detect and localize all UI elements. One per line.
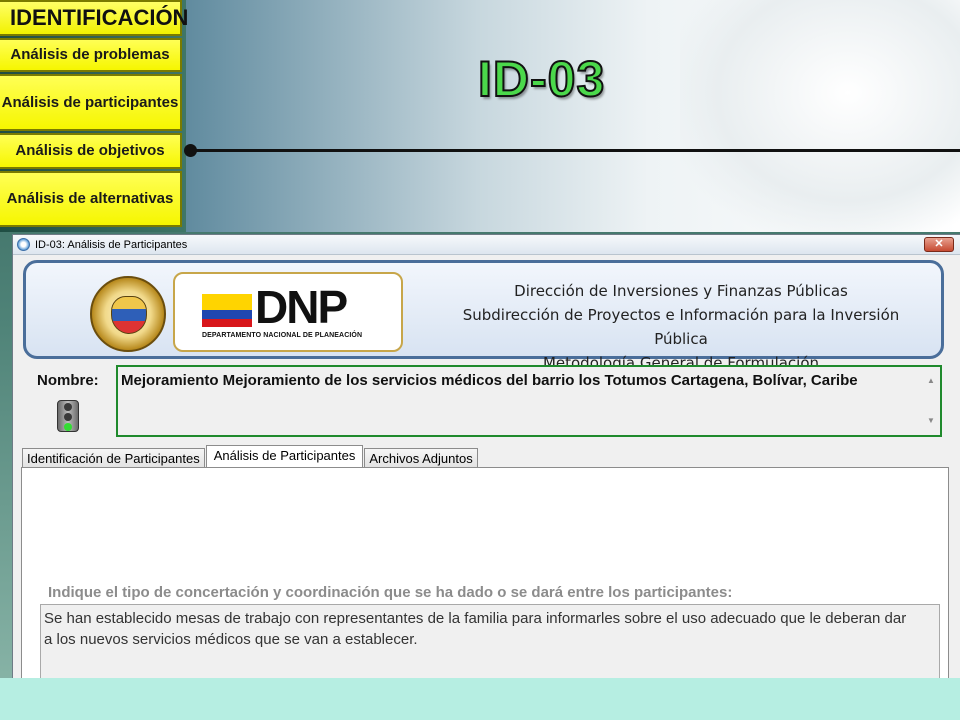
banner-line-direccion: Dirección de Inversiones y Finanzas Públ…	[514, 282, 848, 300]
header-background	[182, 0, 960, 232]
nav-item-analisis-participantes[interactable]: Análisis de participantes	[0, 74, 182, 131]
tab-identificacion-participantes[interactable]: Identificación de Participantes	[22, 448, 205, 468]
tab-strip: Identificación de Participantes Análisis…	[22, 444, 479, 469]
footer-band	[0, 678, 960, 720]
scroll-down-icon[interactable]: ▼	[927, 411, 935, 431]
app-icon	[17, 238, 30, 251]
nombre-value: Mejoramiento Mejoramiento de los servici…	[121, 372, 858, 389]
nav-item-analisis-problemas[interactable]: Análisis de problemas	[0, 38, 182, 72]
banner-line-subdireccion: Subdirección de Proyectos e Información …	[462, 306, 900, 348]
nombre-label: Nombre:	[37, 372, 99, 389]
dnp-banner: DNP DEPARTAMENTO NACIONAL DE PLANEACIÓN …	[23, 260, 944, 372]
nombre-field[interactable]: Mejoramiento Mejoramiento de los servici…	[116, 365, 942, 437]
dnp-logo-text: DNP	[255, 281, 348, 333]
answer-text: Se han establecido mesas de trabajo con …	[44, 610, 907, 648]
window-title: ID-03: Análisis de Participantes	[35, 238, 188, 251]
nav-item-analisis-objetivos[interactable]: Análisis de objetivos	[0, 133, 182, 169]
timeline-dot	[184, 144, 197, 157]
answer-textarea[interactable]: Se han establecido mesas de trabajo con …	[40, 604, 940, 684]
question-label: Indique el tipo de concertación y coordi…	[48, 584, 733, 601]
colombia-seal-icon	[90, 276, 166, 352]
nombre-scrollbar[interactable]: ▲ ▼	[924, 369, 938, 433]
colombia-flag-icon	[202, 294, 252, 327]
traffic-light-icon	[57, 400, 79, 432]
banner-text: Dirección de Inversiones y Finanzas Públ…	[446, 279, 916, 375]
window-titlebar[interactable]: ID-03: Análisis de Participantes	[13, 235, 960, 255]
dnp-logo: DNP DEPARTAMENTO NACIONAL DE PLANEACIÓN	[173, 272, 403, 352]
dnp-logo-subtitle: DEPARTAMENTO NACIONAL DE PLANEACIÓN	[202, 332, 363, 339]
timeline-line	[186, 149, 960, 152]
nav-section-title: IDENTIFICACIÓN	[0, 0, 188, 36]
tab-panel: Indique el tipo de concertación y coordi…	[21, 467, 949, 684]
application-window: ID-03: Análisis de Participantes ✕ DNP D…	[12, 234, 960, 684]
tab-archivos-adjuntos[interactable]: Archivos Adjuntos	[364, 448, 478, 468]
slide-title: ID-03	[477, 50, 606, 108]
coat-of-arms-icon	[111, 296, 147, 334]
scroll-up-icon[interactable]: ▲	[927, 371, 935, 391]
close-button[interactable]: ✕	[924, 237, 954, 252]
tab-analisis-participantes[interactable]: Análisis de Participantes	[205, 445, 364, 469]
nav-item-analisis-alternativas[interactable]: Análisis de alternativas	[0, 171, 182, 227]
